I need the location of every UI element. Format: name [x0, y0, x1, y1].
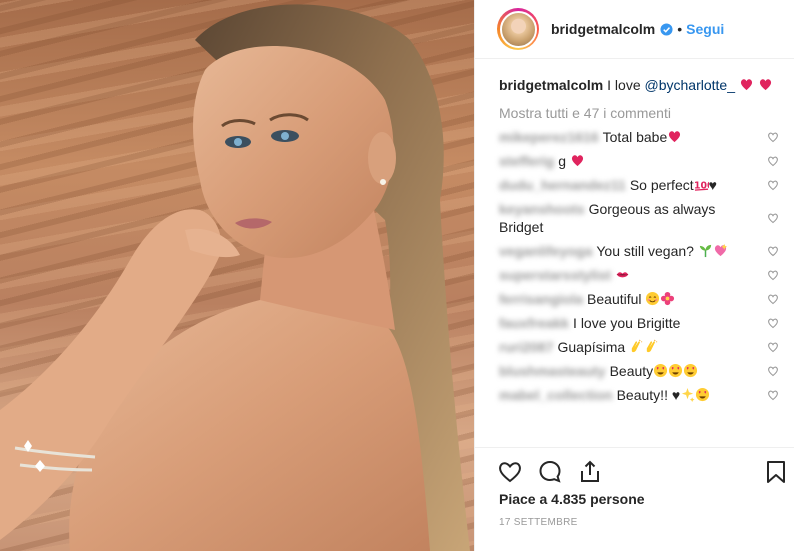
comment-text: Beauty!! ♥ — [616, 387, 681, 403]
comment-row: dudu_hernandez11So perfect100♥ — [499, 176, 779, 194]
comment-text: You still vegan? — [596, 243, 698, 259]
post-header: bridgetmalcolm • Segui — [475, 0, 794, 59]
comment-list: mikeperez1616 Total babe stefferig g dudu_h… — [499, 128, 779, 404]
follow-button[interactable]: Segui — [686, 21, 724, 37]
comment-suffix: ♥ — [708, 177, 717, 193]
hearteyes-emoji-icon — [654, 363, 668, 378]
avatar-image — [499, 10, 537, 48]
comment-like-heart-icon[interactable] — [767, 269, 779, 281]
comment-username[interactable]: fauxfreakk — [499, 315, 569, 331]
comment-row: mikeperez1616 Total babe — [499, 128, 779, 146]
comment-like-heart-icon[interactable] — [767, 365, 779, 377]
comments-section: bridgetmalcolm I love @bycharlotte_ Most… — [499, 76, 779, 410]
kiss-emoji-icon — [616, 272, 629, 278]
comment-text: g — [558, 153, 570, 169]
comment-like-heart-icon[interactable] — [767, 155, 779, 167]
comment-text: Guapísima — [557, 339, 630, 355]
comment-username[interactable]: ferrisangiola — [499, 291, 583, 307]
post-photo[interactable] — [0, 0, 474, 551]
comment-username[interactable]: ruri2087 — [499, 339, 553, 355]
comment-like-heart-icon[interactable] — [767, 212, 779, 224]
heart-emoji-icon — [669, 131, 681, 143]
show-all-comments-link[interactable]: Mostra tutti e 47 i commenti — [499, 104, 779, 122]
portrait-illustration — [0, 4, 470, 551]
flower-emoji-icon — [661, 291, 675, 306]
comment-text: Beauty — [609, 363, 654, 379]
sparkles-emoji-icon — [682, 387, 695, 402]
caption-username[interactable]: bridgetmalcolm — [499, 77, 603, 93]
bookmark-icon[interactable] — [763, 459, 789, 485]
comment-like-heart-icon[interactable] — [767, 341, 779, 353]
comment-text: Beautiful — [587, 291, 646, 307]
comment-like-heart-icon[interactable] — [767, 131, 779, 143]
heart-emoji-icon — [571, 155, 583, 167]
comment-text: So perfect — [629, 177, 694, 193]
sparkle-heart-emoji-icon — [714, 243, 727, 257]
comment-like-heart-icon[interactable] — [767, 179, 779, 191]
comment-like-heart-icon[interactable] — [767, 389, 779, 401]
comment-username[interactable]: blushmasteauty — [499, 363, 606, 379]
hearteyes-emoji-icon — [696, 387, 710, 402]
clap-emoji-icon — [646, 339, 658, 353]
comment-row: fauxfreakk I love you Brigitte — [499, 314, 779, 332]
comment-like-heart-icon[interactable] — [767, 317, 779, 329]
blush-emoji-icon — [646, 291, 660, 306]
comment-row: mabel_collection Beauty!! ♥ — [499, 386, 779, 404]
comment-username[interactable]: keyanshoots — [499, 201, 585, 217]
comment-row: veganlifeyoga You still vegan? — [499, 242, 779, 260]
comment-row: superstarsstylist — [499, 266, 779, 284]
heart-outline-icon[interactable] — [497, 459, 523, 485]
post-caption: bridgetmalcolm I love @bycharlotte_ — [499, 76, 779, 94]
caption-mention-link[interactable]: @bycharlotte_ — [645, 77, 735, 93]
hearteyes-emoji-icon — [669, 363, 683, 378]
share-icon[interactable] — [577, 459, 603, 485]
hundred-emoji-icon: 100 — [694, 180, 709, 191]
likes-count[interactable]: Piace a 4.835 persone — [499, 491, 645, 507]
post-date[interactable]: 17 SETTEMBRE — [499, 517, 578, 528]
speech-bubble-icon[interactable] — [537, 459, 563, 485]
comment-like-heart-icon[interactable] — [767, 293, 779, 305]
comment-username[interactable]: mikeperez1616 — [499, 129, 599, 145]
hearteyes-emoji-icon — [684, 363, 698, 378]
comment-row: stefferig g — [499, 152, 779, 170]
comment-text: Total babe — [602, 129, 668, 145]
comment-username[interactable]: veganlifeyoga — [499, 243, 592, 259]
comment-row: ferrisangiola Beautiful — [499, 290, 779, 308]
red-heart-emoji-icon — [759, 79, 771, 91]
comment-username[interactable]: superstarsstylist — [499, 267, 611, 283]
header-username[interactable]: bridgetmalcolm — [551, 21, 655, 37]
comment-like-heart-icon[interactable] — [767, 245, 779, 257]
seedling-emoji-icon — [699, 244, 711, 258]
comment-username[interactable]: dudu_hernandez11 — [499, 177, 626, 193]
clap-emoji-icon — [631, 339, 643, 353]
post-side-panel: bridgetmalcolm • Segui bridgetmalcolm I … — [474, 0, 794, 551]
avatar[interactable] — [497, 8, 539, 50]
header-separator: • — [677, 21, 683, 37]
verified-badge-icon — [660, 22, 673, 36]
red-heart-emoji-icon — [740, 79, 752, 91]
comment-row: blushmasteauty Beauty — [499, 362, 779, 380]
comment-row: keyanshoots Gorgeous as always Bridget — [499, 200, 779, 236]
comment-username[interactable]: mabel_collection — [499, 387, 613, 403]
caption-text: I love — [607, 77, 645, 93]
comment-text: I love you Brigitte — [573, 315, 681, 331]
comment-username[interactable]: stefferig — [499, 153, 554, 169]
comment-row: ruri2087 Guapísima — [499, 338, 779, 356]
